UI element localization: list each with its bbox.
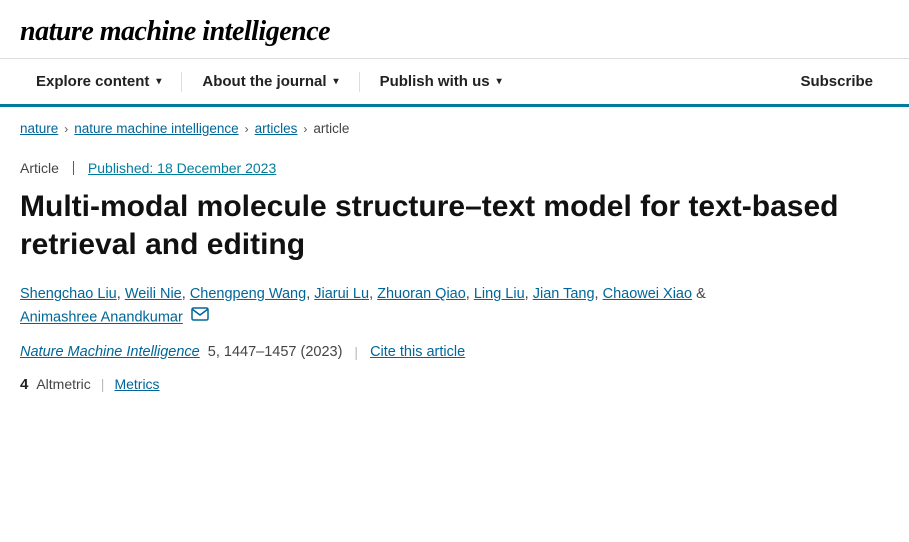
nav-explore-content-label: Explore content xyxy=(36,73,149,90)
breadcrumb-articles[interactable]: articles xyxy=(255,121,298,136)
nav-publish-with-us-label: Publish with us xyxy=(380,73,490,90)
chevron-down-icon: ▾ xyxy=(156,76,161,87)
nav-about-journal-label: About the journal xyxy=(202,73,326,90)
cite-separator: | xyxy=(354,344,358,360)
author-chengpeng-wang[interactable]: Chengpeng Wang xyxy=(190,286,306,302)
site-header: nature machine intelligence xyxy=(0,0,909,59)
email-icon[interactable] xyxy=(191,306,209,329)
altmetric-label: Altmetric xyxy=(36,376,90,392)
breadcrumb-sep-1: › xyxy=(64,122,68,136)
article-authors: Shengchao Liu, Weili Nie, Chengpeng Wang… xyxy=(0,275,860,336)
breadcrumb-nmi[interactable]: nature machine intelligence xyxy=(74,121,238,136)
breadcrumb: nature › nature machine intelligence › a… xyxy=(0,107,909,142)
meta-divider xyxy=(73,161,74,175)
article-type: Article xyxy=(20,160,59,176)
published-date[interactable]: Published: 18 December 2023 xyxy=(88,160,276,176)
nav-explore-content[interactable]: Explore content ▾ xyxy=(20,59,177,104)
breadcrumb-sep-2: › xyxy=(245,122,249,136)
breadcrumb-sep-3: › xyxy=(303,122,307,136)
journal-name-link[interactable]: Nature Machine Intelligence xyxy=(20,344,200,360)
author-chaowei-xiao[interactable]: Chaowei Xiao xyxy=(603,286,692,302)
nav-subscribe-button[interactable]: Subscribe xyxy=(784,59,889,104)
author-jian-tang[interactable]: Jian Tang xyxy=(533,286,595,302)
chevron-down-icon-3: ▾ xyxy=(497,76,502,87)
metrics-link[interactable]: Metrics xyxy=(114,376,159,392)
author-animashree-anandkumar[interactable]: Animashree Anandkumar xyxy=(20,310,183,326)
nav-divider-1 xyxy=(181,72,182,92)
article-meta: Article Published: 18 December 2023 xyxy=(0,142,909,180)
author-shengchao-liu[interactable]: Shengchao Liu xyxy=(20,286,117,302)
breadcrumb-current: article xyxy=(313,121,349,136)
author-zhuoran-qiao[interactable]: Zhuoran Qiao xyxy=(377,286,466,302)
citation-details: 5, 1447–1457 (2023) xyxy=(208,344,343,360)
cite-this-article-link[interactable]: Cite this article xyxy=(370,344,465,360)
site-logo: nature machine intelligence xyxy=(20,16,889,48)
breadcrumb-nature[interactable]: nature xyxy=(20,121,58,136)
author-ling-liu[interactable]: Ling Liu xyxy=(474,286,525,302)
altmetric-divider: | xyxy=(101,376,105,392)
nav-about-journal[interactable]: About the journal ▾ xyxy=(186,59,354,104)
main-nav: Explore content ▾ About the journal ▾ Pu… xyxy=(0,59,909,107)
article-title: Multi-modal molecule structure–text mode… xyxy=(0,180,860,275)
author-weili-nie[interactable]: Weili Nie xyxy=(125,286,182,302)
nav-publish-with-us[interactable]: Publish with us ▾ xyxy=(364,59,518,104)
author-jiarui-lu[interactable]: Jiarui Lu xyxy=(314,286,369,302)
journal-citation: Nature Machine Intelligence 5, 1447–1457… xyxy=(0,336,909,366)
nav-divider-2 xyxy=(359,72,360,92)
chevron-down-icon-2: ▾ xyxy=(334,76,339,87)
altmetric-count: 4 xyxy=(20,376,28,393)
altmetric-row: 4 Altmetric | Metrics xyxy=(0,366,909,401)
